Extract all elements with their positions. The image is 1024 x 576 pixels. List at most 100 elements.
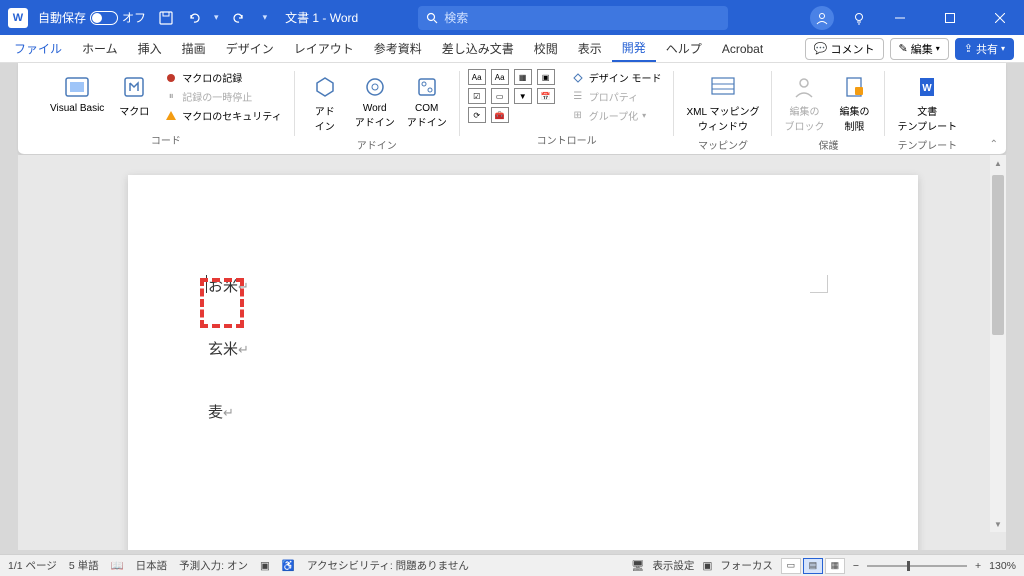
- close-button[interactable]: [984, 5, 1016, 31]
- ribbon-group-templates: W文書 テンプレート テンプレート: [885, 65, 969, 154]
- tab-layout[interactable]: レイアウト: [284, 36, 364, 61]
- zoom-in-button[interactable]: +: [975, 560, 981, 572]
- document-line-1[interactable]: お米↵: [208, 275, 838, 296]
- building-block-control-icon[interactable]: ▣: [537, 69, 555, 85]
- document-line-2[interactable]: 玄米↵: [208, 338, 838, 359]
- tab-home[interactable]: ホーム: [72, 36, 128, 61]
- macro-security-button[interactable]: マクロのセキュリティ: [160, 107, 285, 124]
- visual-basic-button[interactable]: Visual Basic: [46, 69, 108, 118]
- minimize-button[interactable]: [884, 5, 916, 31]
- user-avatar-icon[interactable]: [810, 6, 834, 30]
- group-label-code: コード: [151, 132, 181, 150]
- scroll-up-icon[interactable]: ▲: [990, 155, 1006, 171]
- zoom-out-button[interactable]: −: [853, 560, 859, 572]
- paragraph-mark-icon: ↵: [223, 405, 234, 420]
- language-indicator[interactable]: 日本語: [136, 558, 168, 573]
- status-bar: 1/1 ページ 5 単語 📖 日本語 予測入力: オン ▣ ♿ アクセシビリティ…: [0, 554, 1024, 576]
- scroll-down-icon[interactable]: ▼: [990, 516, 1006, 532]
- scrollbar-thumb[interactable]: [992, 175, 1004, 335]
- read-mode-button[interactable]: ▭: [781, 558, 801, 574]
- addins-button[interactable]: アド イン: [303, 69, 347, 137]
- group-label-mapping: マッピング: [698, 137, 748, 155]
- share-icon: ⇪: [964, 42, 973, 55]
- word-addins-button[interactable]: Word アドイン: [351, 69, 399, 133]
- properties-icon: ☰: [571, 90, 585, 104]
- document-page[interactable]: お米↵ 玄米↵ 麦↵: [128, 175, 918, 550]
- web-layout-button[interactable]: ▦: [825, 558, 845, 574]
- print-layout-button[interactable]: ▤: [803, 558, 823, 574]
- zoom-level[interactable]: 130%: [989, 560, 1016, 572]
- page-indicator[interactable]: 1/1 ページ: [8, 558, 57, 573]
- legacy-tools-icon[interactable]: 🧰: [491, 107, 509, 123]
- comment-button[interactable]: 💬コメント: [805, 38, 884, 60]
- tab-review[interactable]: 校閲: [524, 36, 568, 61]
- design-mode-icon: [571, 71, 585, 85]
- undo-dropdown-icon[interactable]: ▾: [214, 12, 219, 23]
- autosave-toggle[interactable]: 自動保存 オフ: [38, 9, 146, 26]
- zoom-handle[interactable]: [907, 561, 910, 571]
- lightbulb-icon[interactable]: [852, 11, 866, 25]
- plain-text-control-icon[interactable]: Aa: [491, 69, 509, 85]
- tab-developer[interactable]: 開発: [612, 35, 656, 62]
- tab-help[interactable]: ヘルプ: [656, 36, 712, 61]
- restrict-editing-button[interactable]: 編集の 制限: [832, 69, 876, 137]
- com-addins-button[interactable]: COM アドイン: [403, 69, 451, 133]
- tab-references[interactable]: 参考資料: [364, 36, 432, 61]
- checkbox-control-icon[interactable]: ☑: [468, 88, 486, 104]
- macro-status-icon[interactable]: ▣: [260, 560, 270, 572]
- focus-label[interactable]: フォーカス: [720, 558, 773, 573]
- tab-mailings[interactable]: 差し込み文書: [432, 36, 524, 61]
- tab-insert[interactable]: 挿入: [128, 36, 172, 61]
- record-macro-button[interactable]: マクロの記録: [160, 69, 285, 86]
- maximize-button[interactable]: [934, 5, 966, 31]
- search-icon: [426, 12, 438, 24]
- tab-file[interactable]: ファイル: [4, 36, 72, 61]
- tab-design[interactable]: デザイン: [216, 36, 284, 61]
- redo-icon[interactable]: [231, 10, 247, 26]
- repeating-control-icon[interactable]: ⟳: [468, 107, 486, 123]
- word-app-icon: W: [8, 8, 28, 28]
- template-icon: W: [913, 73, 941, 101]
- save-icon[interactable]: [158, 10, 174, 26]
- undo-icon[interactable]: [186, 10, 202, 26]
- toggle-off-icon[interactable]: [90, 11, 118, 25]
- record-icon: [164, 71, 178, 85]
- block-authors-button[interactable]: 編集の ブロック: [780, 69, 828, 137]
- display-settings-icon[interactable]: 🖥: [631, 559, 644, 572]
- vertical-scrollbar[interactable]: ▲ ▼: [990, 155, 1006, 532]
- annotation-highlight-box: [200, 278, 244, 328]
- document-line-3[interactable]: 麦↵: [208, 401, 838, 422]
- ribbon-tabs: ファイル ホーム 挿入 描画 デザイン レイアウト 参考資料 差し込み文書 校閲…: [0, 35, 1024, 63]
- word-count[interactable]: 5 単語: [69, 558, 99, 573]
- tab-acrobat[interactable]: Acrobat: [712, 38, 773, 60]
- autosave-label: 自動保存: [38, 9, 86, 26]
- predictive-input[interactable]: 予測入力: オン: [179, 558, 248, 573]
- ribbon-collapse-icon[interactable]: ⌃: [990, 139, 998, 150]
- share-button[interactable]: ⇪共有▾: [955, 38, 1014, 60]
- macros-button[interactable]: マクロ: [112, 69, 156, 122]
- dropdown-control-icon[interactable]: ▼: [514, 88, 532, 104]
- tab-draw[interactable]: 描画: [172, 36, 216, 61]
- combo-control-icon[interactable]: ▭: [491, 88, 509, 104]
- accessibility-status[interactable]: アクセシビリティ: 問題ありません: [307, 558, 469, 573]
- date-control-icon[interactable]: 📅: [537, 88, 555, 104]
- group-label-controls: コントロール: [537, 132, 597, 150]
- warning-icon: [164, 109, 178, 123]
- qat-customize-icon[interactable]: ▾: [263, 12, 268, 23]
- design-mode-button[interactable]: デザイン モード: [567, 69, 666, 86]
- rich-text-control-icon[interactable]: Aa: [468, 69, 486, 85]
- zoom-slider[interactable]: [867, 565, 967, 567]
- search-box[interactable]: 検索: [418, 6, 728, 30]
- edit-mode-button[interactable]: ✎編集▾: [890, 38, 949, 60]
- search-placeholder: 検索: [444, 9, 468, 26]
- xml-mapping-button[interactable]: XML マッピング ウィンドウ: [682, 69, 763, 137]
- display-settings-label[interactable]: 表示設定: [652, 558, 694, 573]
- svg-text:W: W: [923, 83, 933, 94]
- autosave-state: オフ: [122, 9, 146, 26]
- focus-icon[interactable]: ▣: [702, 560, 712, 572]
- group-label-addins: アドイン: [357, 137, 397, 155]
- picture-control-icon[interactable]: ▦: [514, 69, 532, 85]
- document-template-button[interactable]: W文書 テンプレート: [893, 69, 961, 137]
- tab-view[interactable]: 表示: [568, 36, 612, 61]
- spellcheck-icon[interactable]: 📖: [111, 559, 124, 572]
